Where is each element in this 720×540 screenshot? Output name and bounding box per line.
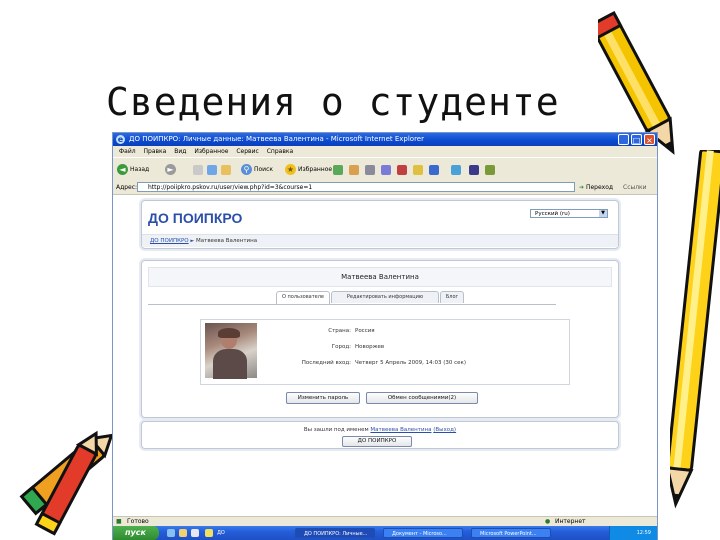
pencil-right-icon <box>670 150 720 509</box>
last-login-value: Четверг 5 Апрель 2009, 14:03 (30 сек) <box>355 360 466 366</box>
browser-toolbar: ◄ Назад ► ⚲ Поиск ★ Избранное <box>113 157 657 182</box>
site-title[interactable]: ДО ПОИПКРО <box>148 210 242 226</box>
breadcrumb: ДО ПОИПКРО ► Матвеева Валентина <box>142 234 618 247</box>
browser-screenshot: e ДО ПОИПКРО: Личные данные: Матвеева Ва… <box>113 133 657 540</box>
print-icon[interactable] <box>365 165 375 175</box>
login-info: Вы зашли под именем Матвеева Валентина (… <box>303 427 457 433</box>
student-name: Матвеева Валентина <box>341 273 419 281</box>
country-label: Страна: <box>328 328 351 334</box>
forward-button[interactable]: ► <box>165 163 178 176</box>
quicklaunch-desktop-icon[interactable] <box>179 529 187 537</box>
stop-icon[interactable] <box>193 165 203 175</box>
taskbar: пуск ДО ДО ПОИПКРО: Личные... Документ -… <box>113 526 657 540</box>
pencils-bottom-left-icon <box>19 430 114 536</box>
start-button[interactable]: пуск <box>113 526 159 540</box>
window-title: ДО ПОИПКРО: Личные данные: Матвеева Вале… <box>129 135 424 143</box>
address-label: Адрес: <box>116 184 138 191</box>
forward-arrow-icon: ► <box>165 164 176 175</box>
refresh-icon[interactable] <box>207 165 217 175</box>
media-icon[interactable] <box>451 165 461 175</box>
home-icon[interactable] <box>221 165 231 175</box>
research-icon[interactable] <box>397 165 407 175</box>
history-icon[interactable] <box>333 165 343 175</box>
last-login-label: Последний вход: <box>301 360 351 366</box>
tab-about[interactable]: О пользователе <box>276 291 330 304</box>
city-value: Новоржев <box>355 344 385 350</box>
search-button[interactable]: ⚲ Поиск <box>241 163 273 176</box>
logout-link[interactable]: (Выход) <box>433 427 456 433</box>
go-button[interactable]: ➔ Переход <box>579 182 613 193</box>
menu-tools[interactable]: Сервис <box>236 148 258 155</box>
mail-icon[interactable] <box>349 165 359 175</box>
address-bar: Адрес: http://poiipkro.pskov.ru/user/vie… <box>113 181 657 195</box>
star-icon: ★ <box>285 164 296 175</box>
city-label: Город: <box>331 344 351 350</box>
back-button[interactable]: ◄ Назад <box>117 163 149 176</box>
slide-title: Сведения о студенте <box>106 80 560 124</box>
word-icon[interactable] <box>469 165 479 175</box>
edit-icon[interactable] <box>381 165 391 175</box>
messages-button[interactable]: Обмен сообщениями(2) <box>366 392 478 404</box>
maximize-icon[interactable]: □ <box>631 134 642 145</box>
close-icon[interactable]: × <box>644 134 655 145</box>
discuss-icon[interactable] <box>485 165 495 175</box>
minimize-icon[interactable]: _ <box>618 134 629 145</box>
search-icon: ⚲ <box>241 164 252 175</box>
task-powerpoint[interactable]: Microsoft PowerPoint... <box>471 528 551 538</box>
links-button[interactable]: Ссылки <box>623 181 647 194</box>
favorites-button[interactable]: ★ Избранное <box>285 163 332 176</box>
site-header: ДО ПОИПКРО Русский (ru) ▼ ДО ПОИПКРО ► М… <box>141 200 619 249</box>
window-titlebar: e ДО ПОИПКРО: Личные данные: Матвеева Ва… <box>113 133 657 146</box>
quicklaunch-ie-icon[interactable] <box>167 529 175 537</box>
language-select[interactable]: Русский (ru) ▼ <box>530 209 608 218</box>
breadcrumb-separator: ► <box>190 238 195 244</box>
tab-underline <box>148 304 556 305</box>
messenger-icon[interactable] <box>429 165 439 175</box>
user-photo <box>205 323 257 379</box>
footer-panel: Вы зашли под именем Матвеева Валентина (… <box>141 421 619 449</box>
profile-panel: Матвеева Валентина О пользователе Редакт… <box>141 260 619 418</box>
menu-edit[interactable]: Правка <box>144 148 167 155</box>
menu-bar: Файл Правка Вид Избранное Сервис Справка <box>113 146 657 157</box>
address-input[interactable]: http://poiipkro.pskov.ru/user/view.php?i… <box>137 182 575 192</box>
go-arrow-icon: ➔ <box>579 184 585 191</box>
country-value: Россия <box>355 328 375 334</box>
ie-logo-icon: e <box>116 135 125 144</box>
quicklaunch-explorer-icon[interactable] <box>191 529 199 537</box>
folder-icon[interactable] <box>413 165 423 175</box>
menu-file[interactable]: Файл <box>119 148 136 155</box>
home-button[interactable]: ДО ПОИПКРО <box>342 436 412 447</box>
task-browser[interactable]: ДО ПОИПКРО: Личные... <box>295 528 375 538</box>
user-link[interactable]: Матвеева Валентина <box>370 427 431 433</box>
tab-blog[interactable]: Блог <box>440 291 464 303</box>
tab-edit-info[interactable]: Редактировать информацию <box>331 291 439 303</box>
back-arrow-icon: ◄ <box>117 164 128 175</box>
chevron-down-icon: ▼ <box>599 210 607 217</box>
quicklaunch-folder-icon[interactable] <box>205 529 213 537</box>
menu-favorites[interactable]: Избранное <box>194 148 228 155</box>
page-content: ДО ПОИПКРО Русский (ru) ▼ ДО ПОИПКРО ► М… <box>113 195 657 516</box>
profile-details: Страна: Россия Город: Новоржев Последний… <box>200 319 570 385</box>
change-password-button[interactable]: Изменить пароль <box>286 392 360 404</box>
task-document[interactable]: Документ - Microso... <box>383 528 463 538</box>
system-tray: 12:59 <box>609 526 657 540</box>
breadcrumb-current: Матвеева Валентина <box>196 238 258 244</box>
breadcrumb-home[interactable]: ДО ПОИПКРО <box>150 238 189 244</box>
menu-help[interactable]: Справка <box>267 148 293 155</box>
clock: 12:59 <box>636 530 651 536</box>
quicklaunch-label: ДО <box>217 530 225 536</box>
menu-view[interactable]: Вид <box>174 148 186 155</box>
